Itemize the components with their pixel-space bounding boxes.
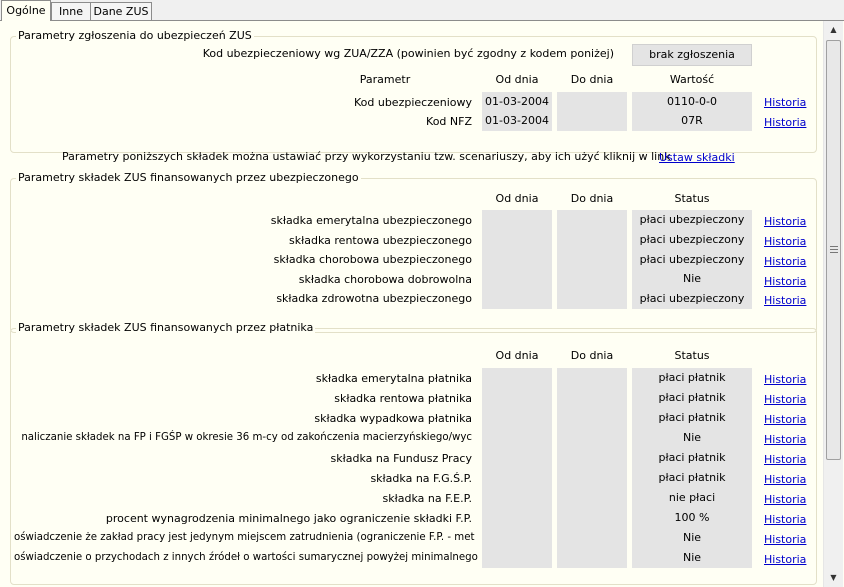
historia-link[interactable]: Historia: [764, 553, 806, 566]
group-title: Parametry zgłoszenia do ubezpieczeń ZUS: [16, 29, 254, 42]
header-wartosc: Wartość: [669, 73, 715, 86]
status-cell: płaci płatnik płaci płatnik płaci płatni…: [632, 368, 752, 568]
header-do-dnia: Do dnia: [570, 73, 614, 86]
status-value: płaci ubezpieczony: [639, 232, 745, 246]
info-text: Parametry poniższych składek można ustaw…: [62, 150, 671, 163]
row-label: składka chorobowa ubezpieczonego: [273, 253, 472, 266]
header-status: Status: [674, 192, 710, 205]
status-value: nie płaci: [668, 491, 716, 504]
status-value: 100 %: [674, 511, 710, 524]
od-dnia-cell: [482, 368, 552, 568]
od-dnia-value: 01-03-2004: [485, 95, 549, 108]
scroll-down-icon[interactable]: ▼: [824, 569, 843, 586]
row-label: składka emerytalna płatnika: [315, 372, 472, 385]
group-title: Parametry składek ZUS finansowanych prze…: [16, 321, 316, 334]
status-value: płaci ubezpieczony: [639, 292, 745, 306]
row-label: składka na Fundusz Pracy: [330, 452, 472, 465]
row-label: składka na F.G.Ś.P.: [370, 472, 472, 485]
historia-link[interactable]: Historia: [764, 96, 806, 109]
historia-link[interactable]: Historia: [764, 116, 806, 129]
wartosc-value: 07R: [681, 114, 703, 127]
od-dnia-cell: [482, 210, 552, 309]
status-value: Nie: [682, 551, 702, 564]
row-label: składka zdrowotna ubezpieczonego: [276, 292, 472, 305]
row-label: składka rentowa ubezpieczonego: [289, 234, 472, 247]
do-dnia-cell: [557, 92, 627, 131]
row-label: procent wynagrodzenia minimalnego jako o…: [105, 512, 472, 525]
status-value: Nie: [682, 431, 702, 444]
do-dnia-cell: [557, 210, 627, 309]
vertical-scrollbar[interactable]: ▲ ▼: [823, 21, 843, 587]
brak-zgloszenia-button[interactable]: brak zgłoszenia: [632, 44, 752, 66]
historia-link[interactable]: Historia: [764, 215, 806, 228]
header-od-dnia: Od dnia: [495, 192, 539, 205]
wartosc-cell: 0110-0-0 07R: [632, 92, 752, 131]
od-dnia-value: 01-03-2004: [485, 114, 549, 127]
historia-link[interactable]: Historia: [764, 255, 806, 268]
row-label: oświadczenie o przychodach z innych źród…: [14, 552, 478, 563]
historia-link[interactable]: Historia: [764, 493, 806, 506]
status-value: płaci płatnik: [658, 471, 726, 484]
grip-line: [830, 249, 838, 250]
tab-panel: Parametry zgłoszenia do ubezpieczeń ZUS …: [0, 20, 844, 587]
historia-link[interactable]: Historia: [764, 413, 806, 426]
tab-dane-zus[interactable]: Dane ZUS: [90, 2, 152, 20]
row-label: składka rentowa płatnika: [334, 392, 472, 405]
historia-link[interactable]: Historia: [764, 453, 806, 466]
header-od-dnia: Od dnia: [495, 349, 539, 362]
status-value: płaci płatnik: [658, 371, 726, 384]
status-value: płaci płatnik: [658, 451, 726, 464]
historia-link[interactable]: Historia: [764, 473, 806, 486]
header-od-dnia: Od dnia: [495, 73, 539, 86]
tab-bar: Ogólne Inne Dane ZUS: [0, 0, 844, 21]
header-do-dnia: Do dnia: [570, 192, 614, 205]
status-value: Nie: [682, 531, 702, 544]
historia-link[interactable]: Historia: [764, 433, 806, 446]
row-label: składka na F.E.P.: [382, 492, 473, 505]
status-cell: płaci ubezpieczony płaci ubezpieczony pł…: [632, 210, 752, 309]
status-value: płaci płatnik: [658, 411, 726, 424]
header-do-dnia: Do dnia: [570, 349, 614, 362]
historia-link[interactable]: Historia: [764, 533, 806, 546]
row-label: Kod ubezpieczeniowy: [353, 96, 472, 109]
historia-link[interactable]: Historia: [764, 235, 806, 248]
grip-line: [830, 252, 838, 253]
historia-link[interactable]: Historia: [764, 373, 806, 386]
grip-line: [830, 246, 838, 247]
row-label: oświadczenie że zakład pracy jest jedyny…: [14, 532, 475, 543]
scroll-up-icon[interactable]: ▲: [824, 21, 843, 38]
status-value: płaci ubezpieczony: [639, 213, 745, 226]
status-value: Nie: [682, 272, 702, 286]
group-title: Parametry składek ZUS finansowanych prze…: [16, 171, 361, 184]
row-label: naliczanie składek na FP i FGŚP w okresi…: [21, 432, 472, 443]
tab-inne[interactable]: Inne: [51, 2, 91, 20]
row-label: składka chorobowa dobrowolna: [298, 273, 472, 286]
wartosc-value: 0110-0-0: [667, 95, 717, 108]
status-value: płaci ubezpieczony: [639, 252, 745, 266]
kod-zua-label: Kod ubezpieczeniowy wg ZUA/ZZA (powinien…: [202, 47, 614, 60]
tab-ogolne[interactable]: Ogólne: [1, 0, 51, 21]
historia-link[interactable]: Historia: [764, 294, 806, 307]
do-dnia-cell: [557, 368, 627, 568]
header-status: Status: [674, 349, 710, 362]
row-label: składka wypadkowa płatnika: [314, 412, 472, 425]
od-dnia-cell: 01-03-2004 01-03-2004: [482, 92, 552, 131]
header-parametr: Parametr: [359, 73, 411, 86]
scroll-thumb[interactable]: [826, 40, 841, 460]
row-label: składka emerytalna ubezpieczonego: [270, 214, 472, 227]
ustaw-skladki-link[interactable]: Ustaw składki: [659, 151, 735, 164]
row-label: Kod NFZ: [426, 115, 472, 128]
status-value: płaci płatnik: [658, 391, 726, 404]
historia-link[interactable]: Historia: [764, 513, 806, 526]
historia-link[interactable]: Historia: [764, 275, 806, 288]
historia-link[interactable]: Historia: [764, 393, 806, 406]
